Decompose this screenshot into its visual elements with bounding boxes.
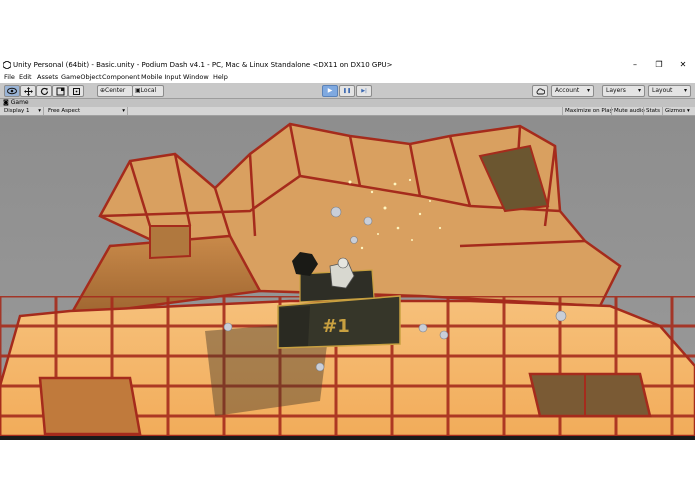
chevron-down-icon: ▾ bbox=[637, 87, 641, 94]
gizmos-dropdown[interactable]: Gizmos ▾ bbox=[662, 107, 692, 115]
orb bbox=[363, 216, 373, 226]
scale-tool-button[interactable] bbox=[52, 85, 68, 97]
bottom-status-strip bbox=[0, 436, 695, 440]
unity-window: Unity Personal (64bit) - Basic.unity - P… bbox=[0, 58, 695, 436]
cloud-button[interactable] bbox=[532, 85, 548, 97]
orb bbox=[350, 236, 358, 244]
rect-tool-button[interactable] bbox=[68, 85, 84, 97]
menu-component[interactable]: Component bbox=[102, 72, 140, 83]
eye-icon bbox=[7, 87, 17, 95]
chevron-down-icon: ▾ bbox=[683, 87, 687, 94]
chevron-down-icon: ▾ bbox=[38, 108, 41, 114]
menu-assets[interactable]: Assets bbox=[37, 72, 58, 83]
move-tool-button[interactable] bbox=[20, 85, 36, 97]
layers-dropdown[interactable]: Layers ▾ bbox=[602, 85, 645, 97]
game-scene: #1 bbox=[0, 116, 695, 436]
cloud-icon bbox=[536, 87, 545, 94]
minimize-button[interactable]: – bbox=[623, 58, 647, 72]
orb bbox=[223, 322, 233, 332]
window-title: Unity Personal (64bit) - Basic.unity - P… bbox=[13, 61, 393, 69]
game-tab-strip: ◙ Game bbox=[0, 99, 695, 107]
rotate-tool-button[interactable] bbox=[36, 85, 52, 97]
display-dropdown[interactable]: Display 1 ▾ bbox=[0, 107, 44, 115]
pivot-label: Center bbox=[105, 87, 126, 94]
menu-gameobject[interactable]: GameObject bbox=[61, 72, 102, 83]
maximize-button[interactable]: ❐ bbox=[647, 58, 671, 72]
orb bbox=[555, 310, 567, 322]
game-controller-icon: ◙ bbox=[3, 99, 9, 106]
close-button[interactable]: ✕ bbox=[671, 58, 695, 72]
pause-button[interactable]: ❚❚ bbox=[339, 85, 355, 97]
orb bbox=[330, 206, 342, 218]
scale-icon bbox=[56, 87, 64, 95]
menu-file[interactable]: File bbox=[4, 72, 15, 83]
layers-label: Layers bbox=[606, 87, 626, 94]
account-dropdown[interactable]: Account ▾ bbox=[551, 85, 594, 97]
tab-game-label: Game bbox=[10, 99, 29, 106]
menu-mobile-input[interactable]: Mobile Input bbox=[141, 72, 181, 83]
menu-window[interactable]: Window bbox=[183, 72, 209, 83]
chevron-down-icon: ▾ bbox=[122, 108, 125, 114]
menu-bar: File Edit Assets GameObject Component Mo… bbox=[0, 72, 695, 83]
rect-icon bbox=[72, 87, 80, 95]
main-toolbar: ⊕Center ▣Local ▶ ❚❚ ▶| Account ▾ Layers ▾ … bbox=[0, 83, 695, 99]
play-button[interactable]: ▶ bbox=[322, 85, 338, 97]
display-label: Display 1 bbox=[4, 108, 30, 114]
layout-dropdown[interactable]: Layout ▾ bbox=[648, 85, 691, 97]
orb bbox=[418, 323, 428, 333]
move-icon bbox=[23, 86, 33, 96]
chevron-down-icon: ▾ bbox=[586, 87, 590, 94]
gizmos-label: Gizmos bbox=[665, 108, 686, 114]
aspect-label: Free Aspect bbox=[48, 108, 81, 114]
game-view-toolbar: Display 1 ▾ Free Aspect ▾ Maximize on Play… bbox=[0, 107, 695, 116]
menu-help[interactable]: Help bbox=[213, 72, 228, 83]
mute-audio-toggle[interactable]: Mute audio bbox=[611, 107, 647, 115]
pause-icon: ❚❚ bbox=[342, 88, 352, 94]
game-viewport[interactable]: #1 bbox=[0, 116, 695, 436]
layout-label: Layout bbox=[652, 87, 673, 94]
unity-logo-icon bbox=[3, 61, 11, 69]
aspect-dropdown[interactable]: Free Aspect ▾ bbox=[44, 107, 128, 115]
pivot-toggle-button[interactable]: ⊕Center bbox=[97, 85, 133, 97]
podium-rank-label: #1 bbox=[322, 316, 350, 337]
maximize-on-play-toggle[interactable]: Maximize on Play bbox=[562, 107, 615, 115]
title-bar: Unity Personal (64bit) - Basic.unity - P… bbox=[0, 58, 695, 72]
step-button[interactable]: ▶| bbox=[356, 85, 372, 97]
space-toggle-button[interactable]: ▣Local bbox=[132, 85, 164, 97]
menu-edit[interactable]: Edit bbox=[19, 72, 32, 83]
account-label: Account bbox=[555, 87, 580, 94]
step-icon: ▶| bbox=[361, 88, 367, 94]
stats-toggle[interactable]: Stats bbox=[643, 107, 662, 115]
hand-tool-button[interactable] bbox=[4, 85, 20, 97]
play-icon: ▶ bbox=[327, 87, 333, 94]
tab-game[interactable]: ◙ Game bbox=[3, 99, 29, 107]
rotate-icon bbox=[40, 87, 48, 95]
orb bbox=[439, 330, 449, 340]
space-label: Local bbox=[140, 87, 157, 94]
orb bbox=[315, 362, 325, 372]
